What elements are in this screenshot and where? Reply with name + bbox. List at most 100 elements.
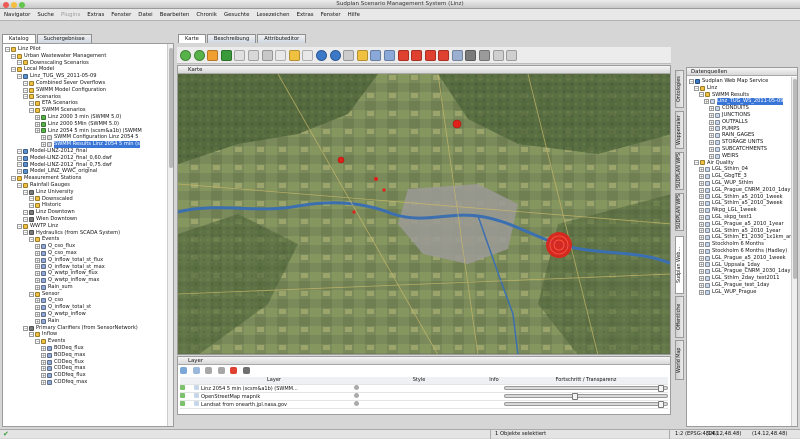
tree-row[interactable]: − SWMM Model Configuration: [3, 87, 167, 94]
tree-row[interactable]: + LGL_Prague_CNRM_2030_1day: [687, 268, 791, 275]
layer-settings-icon[interactable]: [242, 367, 250, 374]
tree-row[interactable]: − Wien Downtown: [3, 216, 167, 223]
expand-toggle-icon[interactable]: −: [29, 203, 34, 209]
tree-row[interactable]: + Rain: [3, 318, 167, 325]
expand-toggle-icon[interactable]: +: [41, 142, 46, 148]
expand-toggle-icon[interactable]: +: [699, 269, 704, 275]
pan-icon[interactable]: [288, 49, 300, 61]
tree-row[interactable]: − SWMM Scenarios: [3, 107, 167, 114]
menu-item-7[interactable]: Chronik: [196, 12, 217, 18]
expand-toggle-icon[interactable]: −: [29, 332, 34, 338]
layer-visible-checkbox[interactable]: [180, 400, 185, 406]
expand-toggle-icon[interactable]: +: [699, 214, 704, 220]
tree-row[interactable]: − Events: [3, 236, 167, 243]
expand-toggle-icon[interactable]: +: [699, 228, 704, 234]
tree-row[interactable]: − WWTP Linz: [3, 223, 167, 230]
minimize-window-button[interactable]: [11, 1, 17, 8]
tree-row[interactable]: − ETA Scenarios: [3, 100, 167, 107]
expand-toggle-icon[interactable]: +: [35, 318, 40, 324]
tree-row[interactable]: + CODeq_flux: [3, 359, 167, 366]
expand-toggle-icon[interactable]: −: [23, 189, 28, 195]
node-icon[interactable]: [479, 49, 491, 61]
tree-row[interactable]: + LGL_Prague_CNRM_2010_1day: [687, 187, 791, 194]
layer-row[interactable]: Landsat from onearth.jpl.nasa.gov: [180, 400, 668, 409]
style-icon[interactable]: [354, 400, 359, 406]
tree-row[interactable]: − Linz University: [3, 189, 167, 196]
menu-item-10[interactable]: Extras: [297, 12, 314, 18]
tree-row[interactable]: + CODeq_max: [3, 365, 167, 372]
catalog-scrollbar[interactable]: [167, 44, 173, 426]
expand-toggle-icon[interactable]: +: [35, 277, 40, 283]
vtab-1[interactable]: Wuppertaler: [675, 111, 684, 149]
vtab-6[interactable]: World Map: [675, 340, 684, 380]
tree-row[interactable]: − Sensor: [3, 291, 167, 298]
expand-toggle-icon[interactable]: +: [709, 126, 714, 132]
expand-toggle-icon[interactable]: −: [17, 182, 22, 188]
tree-row[interactable]: + OUTFALLS: [687, 119, 791, 126]
tree-row[interactable]: + Stockholm 6 Months (Hadley): [687, 248, 791, 255]
tree-row[interactable]: + LGL_Prague_a5_2010_1year: [687, 221, 791, 228]
tree-row[interactable]: − Model-LINZ-2012_final_0,75.dwf: [3, 162, 167, 169]
tree-row[interactable]: + Nkpg_LGL_1week: [687, 207, 791, 214]
expand-toggle-icon[interactable]: −: [17, 148, 22, 154]
attribute-icon[interactable]: [383, 49, 395, 61]
vtab-5[interactable]: Offentliche: [675, 296, 684, 338]
tree-row[interactable]: + LGL_WUP_Prague: [687, 289, 791, 296]
tree-row[interactable]: + LGL_GbgTE_3: [687, 173, 791, 180]
tree-row[interactable]: − Combined Sever Overflows: [3, 80, 167, 87]
vtab-4[interactable]: Sudplan Web...: [675, 236, 684, 294]
tree-row[interactable]: + JUNCTIONS: [687, 112, 791, 119]
expand-toggle-icon[interactable]: +: [699, 235, 704, 241]
transparency-slider-knob[interactable]: [571, 393, 578, 400]
menu-item-0[interactable]: Navigator: [4, 12, 30, 18]
expand-toggle-icon[interactable]: +: [35, 114, 40, 120]
tree-row[interactable]: + Q_inflow_total_st: [3, 304, 167, 311]
menu-item-6[interactable]: Bearbeiten: [160, 12, 190, 18]
vtab-3[interactable]: SUDPLAN WPS: [675, 193, 684, 231]
expand-toggle-icon[interactable]: −: [11, 67, 16, 73]
expand-toggle-icon[interactable]: −: [23, 87, 28, 93]
tab-attributeditor[interactable]: Attributeditor: [257, 34, 307, 43]
draw-icon[interactable]: [451, 49, 463, 61]
layer-delete-icon[interactable]: [230, 367, 238, 374]
tab-suchergebnisse[interactable]: Suchergebnisse: [36, 34, 92, 43]
map-marker-cso-1[interactable]: [452, 119, 462, 129]
menu-item-3[interactable]: Extras: [87, 12, 104, 18]
tree-row[interactable]: + LGL_Prague_test_1day: [687, 282, 791, 289]
expand-toggle-icon[interactable]: +: [704, 99, 709, 105]
add-icon[interactable]: [424, 49, 436, 61]
expand-toggle-icon[interactable]: −: [11, 176, 16, 182]
transparency-slider[interactable]: [504, 385, 668, 392]
tree-row[interactable]: + Rain_sum: [3, 284, 167, 291]
tree-row[interactable]: + WEIRS: [687, 153, 791, 160]
expand-toggle-icon[interactable]: −: [17, 162, 22, 168]
tree-row[interactable]: + LGL_skpg_test1: [687, 214, 791, 221]
layer-visible-checkbox[interactable]: [180, 384, 185, 390]
expand-toggle-icon[interactable]: −: [17, 74, 22, 80]
menu-item-5[interactable]: Datei: [138, 12, 152, 18]
tree-row[interactable]: − Urban Wastewater Management: [3, 53, 167, 60]
expand-toggle-icon[interactable]: −: [17, 223, 22, 229]
tree-row[interactable]: − Inflow: [3, 331, 167, 338]
expand-toggle-icon[interactable]: −: [35, 339, 40, 345]
tree-row[interactable]: − Linz Downtown: [3, 209, 167, 216]
expand-toggle-icon[interactable]: +: [709, 140, 714, 146]
expand-toggle-icon[interactable]: +: [699, 242, 704, 248]
expand-toggle-icon[interactable]: −: [699, 92, 704, 98]
tree-row[interactable]: − Local Model: [3, 66, 167, 73]
vtab-2[interactable]: SUDPLAN WPS: [675, 152, 684, 190]
tree-row[interactable]: + CODfeq_flux: [3, 372, 167, 379]
expand-toggle-icon[interactable]: −: [694, 85, 699, 91]
tree-row[interactable]: + Linz 2000 3 min (SWMM 5.0): [3, 114, 167, 121]
transparency-slider[interactable]: [504, 401, 668, 408]
layer-add-icon[interactable]: [180, 367, 187, 374]
menu-item-2[interactable]: Plugins: [61, 12, 80, 18]
redo-icon[interactable]: [506, 49, 518, 61]
expand-toggle-icon[interactable]: −: [23, 94, 28, 100]
tree-row[interactable]: − Events: [3, 338, 167, 345]
map-marker-cso-2[interactable]: [337, 156, 345, 164]
tree-row[interactable]: + Q_wwtp_inflow_max: [3, 277, 167, 284]
expand-toggle-icon[interactable]: +: [41, 373, 46, 379]
expand-toggle-icon[interactable]: −: [23, 216, 28, 222]
zoom-icon[interactable]: [275, 49, 287, 61]
